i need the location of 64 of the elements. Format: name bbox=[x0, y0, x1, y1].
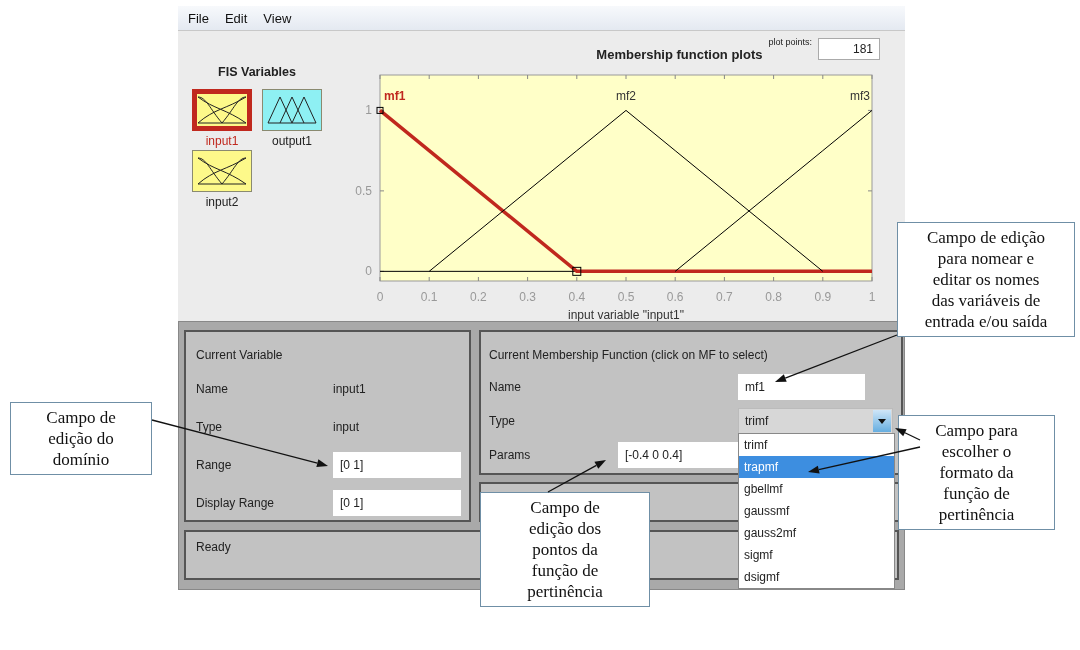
input-field[interactable]: [0 1] bbox=[333, 490, 461, 516]
callout-box: Campo de edição do domínio bbox=[10, 402, 152, 475]
x-tick-label: 0.6 bbox=[666, 290, 684, 304]
membership-function-icon bbox=[192, 89, 252, 131]
field-label: Display Range bbox=[196, 496, 276, 510]
x-tick-label: 1 bbox=[868, 290, 876, 304]
plot-points-field[interactable]: 181 bbox=[818, 38, 880, 60]
menu-item[interactable]: Edit bbox=[216, 10, 256, 26]
field-label: Name bbox=[196, 382, 229, 396]
field-label: Range bbox=[196, 458, 233, 472]
x-tick-label: 0.7 bbox=[716, 290, 733, 304]
series-label: mf2 bbox=[616, 89, 636, 104]
dropdown-option[interactable]: gbellmf bbox=[739, 478, 894, 500]
fis-variable[interactable]: output1 bbox=[262, 89, 322, 148]
fis-variables-title: FIS Variables bbox=[217, 65, 297, 79]
x-tick-label: 0.5 bbox=[617, 290, 635, 304]
series-label: mf1 bbox=[384, 89, 406, 104]
vertex-handle[interactable] bbox=[572, 266, 582, 276]
membership-function-icon bbox=[192, 150, 252, 192]
dropdown-option[interactable]: dsigmf bbox=[739, 566, 894, 588]
x-tick-label: 0 bbox=[376, 290, 384, 304]
dropdown-option[interactable]: trimf bbox=[739, 434, 894, 456]
x-tick-label: 0.8 bbox=[765, 290, 782, 304]
panel-title: Current Membership Function (click on MF to select) bbox=[489, 348, 768, 362]
field-value: input bbox=[333, 420, 361, 434]
field-label: Type bbox=[489, 414, 516, 428]
chart-title: Membership function plots bbox=[596, 46, 763, 62]
panel-title: Current Variable bbox=[196, 348, 283, 362]
menu-item[interactable]: View bbox=[255, 10, 300, 26]
callout-box: Campo para escolher o formato da função de pertinência bbox=[898, 415, 1055, 530]
field-label: Name bbox=[489, 380, 522, 394]
series-label: mf3 bbox=[850, 89, 870, 104]
y-tick-label: 0.5 bbox=[355, 183, 372, 198]
input-field[interactable]: mf1 bbox=[738, 374, 865, 400]
y-tick-label: 0 bbox=[365, 264, 372, 279]
field-value: input1 bbox=[333, 382, 367, 396]
plot-points-label: plot points: bbox=[768, 37, 812, 47]
callout-box: Campo de edição para nomear e editar os nomes das variáveis de entrada e/ou saída bbox=[897, 222, 1075, 337]
membership-line[interactable] bbox=[378, 109, 872, 274]
x-tick-label: 0.9 bbox=[814, 290, 832, 304]
vertex-handle[interactable] bbox=[376, 106, 384, 114]
x-tick-label: 0.2 bbox=[470, 290, 487, 304]
membership-line[interactable] bbox=[674, 109, 873, 272]
field-label: Params bbox=[489, 448, 532, 462]
dropdown-option[interactable]: gaussmf bbox=[739, 500, 894, 522]
field-label: Type bbox=[196, 420, 223, 434]
fis-variable[interactable]: input1 bbox=[192, 89, 252, 148]
menu-item[interactable]: File bbox=[180, 10, 217, 26]
x-tick-label: 0.1 bbox=[420, 290, 438, 304]
callout-arrow bbox=[547, 460, 606, 493]
x-tick-label: 0.3 bbox=[519, 290, 536, 304]
status-text: Ready bbox=[196, 540, 231, 554]
y-tick-label: 1 bbox=[365, 103, 372, 118]
input-field[interactable]: [-0.4 0 0.4] bbox=[618, 442, 738, 468]
input-field[interactable]: [0 1] bbox=[333, 452, 461, 478]
callout-arrow bbox=[895, 428, 921, 441]
membership-function-icon bbox=[262, 89, 322, 131]
x-axis-label: input variable "input1" bbox=[568, 308, 684, 321]
dropdown-option[interactable]: gauss2mf bbox=[739, 522, 894, 544]
membership-line[interactable] bbox=[428, 109, 824, 272]
dropdown-option[interactable]: sigmf bbox=[739, 544, 894, 566]
callout-box: Campo de edição dos pontos da função de pertinência bbox=[480, 492, 650, 607]
fis-variable[interactable]: input2 bbox=[192, 150, 252, 209]
x-tick-label: 0.4 bbox=[568, 290, 586, 304]
